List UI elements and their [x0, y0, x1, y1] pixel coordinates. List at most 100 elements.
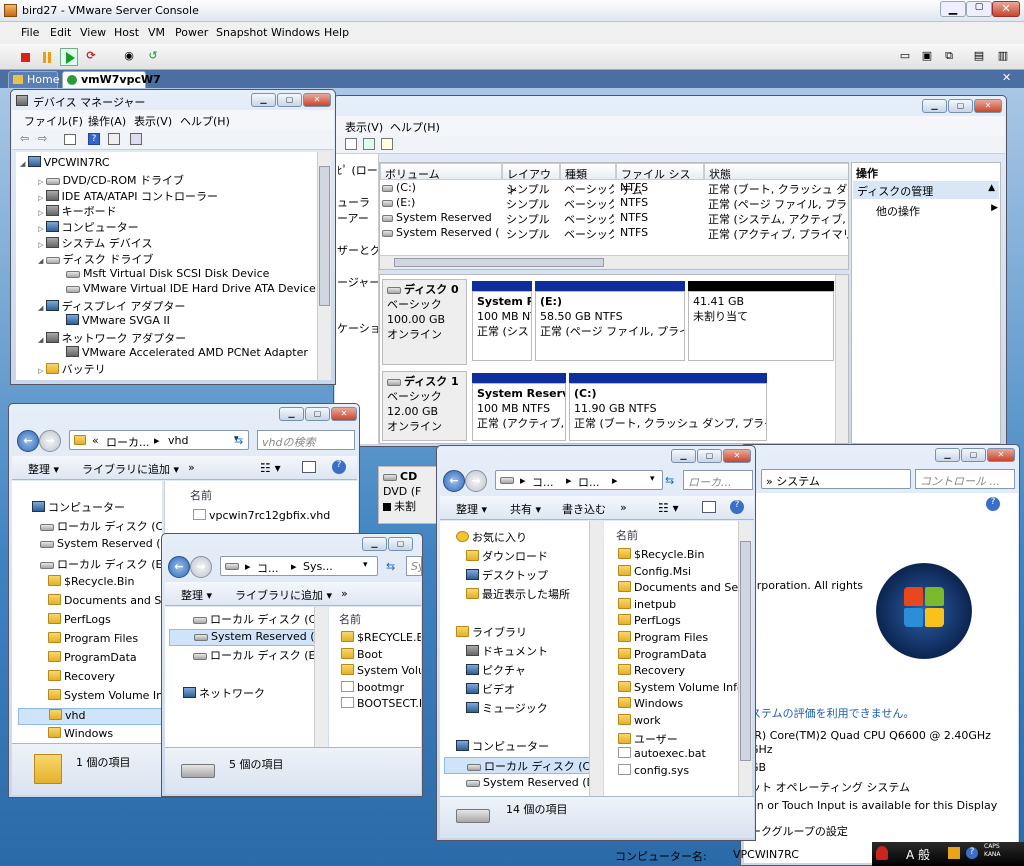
more-commands-button[interactable]: »	[341, 587, 348, 600]
refresh-icon[interactable]: ⇆	[386, 560, 395, 573]
file-item[interactable]: System Volume Inform	[618, 680, 738, 694]
nav-item[interactable]: $Recycle.Bin	[48, 575, 134, 592]
volume-cell[interactable]: ベーシック	[564, 181, 614, 197]
vertical-scrollbar[interactable]	[314, 607, 328, 747]
expanded-arrow-icon[interactable]: ◢	[38, 336, 46, 344]
volume-cell[interactable]: シンプル	[506, 226, 558, 242]
address-dropdown-icon[interactable]: ▾	[650, 474, 655, 484]
back-button[interactable]: ←	[443, 470, 465, 492]
device-tree-item[interactable]: ▷ キーボード	[38, 203, 117, 219]
nav-item[interactable]: Windows	[48, 727, 113, 743]
nav-item-selected[interactable]: vhd	[18, 708, 162, 725]
quick-switch-icon[interactable]: ▭	[896, 48, 914, 66]
address-dropdown-icon[interactable]: ▾	[363, 560, 368, 570]
tab-vm[interactable]: vmW7vpcW7	[62, 71, 161, 88]
close-button[interactable]: ✕	[992, 1, 1020, 17]
forward-icon[interactable]: ⇨	[38, 132, 47, 145]
device-tree-item[interactable]: ▷ コンピューター	[38, 219, 139, 235]
file-item[interactable]: Boot	[341, 647, 382, 661]
device-tree-item[interactable]: ▷ システム デバイス	[38, 235, 152, 251]
close-button[interactable]: ✕	[331, 407, 357, 421]
nav-item[interactable]: ローカル ディスク (C:)	[40, 518, 162, 535]
col-status[interactable]: 状態	[704, 163, 848, 181]
volume-name[interactable]: System Reserved (D:)	[396, 226, 500, 239]
organize-button[interactable]: 整理 ▾	[456, 501, 487, 517]
burn-button[interactable]: 書き込む	[562, 501, 606, 517]
file-item[interactable]: ProgramData	[618, 647, 707, 661]
nav-item[interactable]: System Volume Infor	[48, 689, 162, 706]
device-tree-item[interactable]: VMware SVGA II	[56, 314, 170, 330]
volume-name[interactable]: (C:)	[396, 181, 500, 194]
minimize-button[interactable]: ▁	[251, 93, 276, 107]
nav-item[interactable]: ライブラリ	[456, 624, 527, 641]
menu-snapshot[interactable]: Snapshot	[216, 26, 267, 39]
tree-item[interactable]: ューラ	[337, 194, 370, 210]
menu-power[interactable]: Power	[175, 26, 208, 39]
show-hide-tree-icon[interactable]	[64, 134, 76, 145]
file-item[interactable]: Documents and Setting	[618, 581, 738, 594]
file-item[interactable]: work	[618, 714, 661, 727]
file-item[interactable]: $Recycle.Bin	[618, 548, 704, 561]
forward-button[interactable]: →	[465, 470, 487, 492]
file-item[interactable]: Windows	[618, 697, 683, 710]
nav-item[interactable]: デスクトップ	[466, 567, 548, 584]
col-layout[interactable]: レイアウト	[502, 163, 560, 197]
partition-c[interactable]: (C:) 11.90 GB NTFS 正常 (ブート, クラッシュ ダンプ, プライ…	[569, 383, 767, 441]
file-item[interactable]: $RECYCLE.BIN	[341, 631, 421, 644]
view-options-icon[interactable]: ☷ ▾	[260, 461, 281, 475]
revert-icon[interactable]: ↺	[144, 48, 162, 66]
volume-name[interactable]: System Reserved	[396, 211, 500, 224]
address-bar[interactable]: ▸ コ... ▸ Sys... ▾	[220, 556, 378, 576]
nav-item[interactable]: ダウンロード	[466, 548, 548, 565]
back-icon[interactable]: ⇦	[20, 132, 29, 145]
expanded-arrow-icon[interactable]: ◢	[38, 304, 46, 312]
breadcrumb-item[interactable]: vhd	[168, 434, 188, 447]
pause-icon[interactable]	[38, 48, 56, 66]
volume-cell[interactable]: NTFS	[620, 211, 702, 224]
device-tree-item[interactable]: Msft Virtual Disk SCSI Disk Device	[56, 267, 269, 283]
reset-icon[interactable]: ⟳	[82, 48, 100, 66]
volume-cell[interactable]: ベーシック	[564, 226, 614, 242]
add-to-library-button[interactable]: ライブラリに追加 ▾	[82, 461, 179, 477]
nav-item[interactable]: ローカル ディスク (E:)	[193, 647, 317, 664]
play-icon[interactable]	[60, 48, 78, 66]
properties-icon[interactable]	[108, 133, 120, 145]
view-options-icon[interactable]: ☷ ▾	[658, 501, 679, 515]
menu-help[interactable]: ヘルプ(H)	[390, 119, 440, 135]
tree-item[interactable]: ケーショ	[337, 320, 378, 336]
disk1-info[interactable]: ディスク 1 ベーシック 12.00 GB オンライン	[382, 371, 467, 441]
col-filesystem[interactable]: ファイル システム	[616, 163, 704, 197]
actions-disk-management[interactable]: ディスクの管理 ▲	[853, 181, 999, 199]
help-icon[interactable]: ?	[88, 133, 100, 145]
maximize-button[interactable]: ▢	[948, 99, 973, 113]
device-tree-item[interactable]: ◢ ディスク ドライブ	[38, 251, 153, 267]
actions-more[interactable]: 他の操作 ▶	[876, 203, 998, 219]
nav-item[interactable]: ネットワーク	[183, 685, 265, 702]
volume-cell[interactable]: 正常 (アクティブ, プライマリ パ	[708, 226, 848, 242]
volume-cell[interactable]: 正常 (システム, アクティブ, プラ	[708, 211, 848, 227]
col-name[interactable]: 名前	[616, 527, 638, 543]
volume-cell[interactable]: ベーシック	[564, 211, 614, 227]
minimize-button[interactable]: ▁	[940, 1, 966, 17]
vertical-scrollbar[interactable]	[589, 521, 603, 796]
nav-item-selected[interactable]: ローカル ディスク (C:)	[444, 757, 590, 774]
search-input[interactable]: vhdの検索	[257, 430, 355, 450]
back-button[interactable]: ←	[168, 556, 190, 578]
vertical-scrollbar[interactable]	[835, 275, 848, 443]
nav-item[interactable]: ドキュメント	[466, 643, 548, 660]
add-to-library-button[interactable]: ライブラリに追加 ▾	[235, 587, 332, 603]
search-input[interactable]: ローカ...	[683, 470, 753, 490]
nav-item[interactable]: ピクチャ	[466, 662, 526, 679]
maximize-button[interactable]: ▢	[697, 449, 722, 463]
close-button[interactable]: ✕	[303, 93, 331, 107]
volume-cell[interactable]: シンプル	[506, 196, 558, 212]
menu-help[interactable]: ヘルプ(H)	[180, 113, 230, 129]
refresh-icon[interactable]	[363, 138, 375, 150]
file-item[interactable]: ユーザー	[618, 731, 678, 747]
file-item[interactable]: Config.Msi	[618, 564, 691, 578]
file-item[interactable]: Program Files	[618, 631, 708, 644]
nav-item[interactable]: ローカル ディスク (C:)	[193, 611, 317, 628]
device-tree-item[interactable]: ▷ バッテリ	[38, 361, 106, 377]
volume-name[interactable]: (E:)	[396, 196, 500, 209]
snapshot-icon[interactable]: ◉	[120, 48, 138, 66]
